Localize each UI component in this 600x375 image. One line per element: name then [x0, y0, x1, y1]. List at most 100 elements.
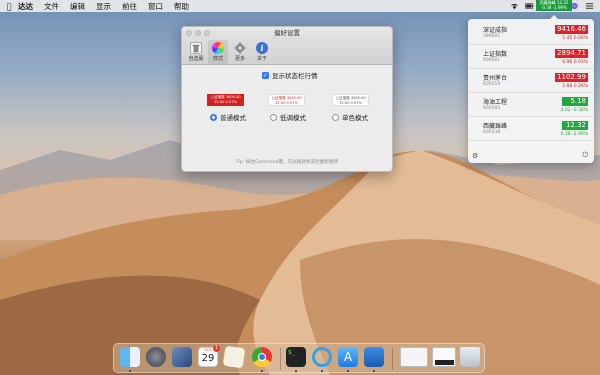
- drag-handle-icon[interactable]: ⋮: [474, 78, 478, 83]
- drag-handle-icon[interactable]: ⋮: [474, 54, 478, 59]
- terminal-icon[interactable]: $_: [286, 347, 306, 367]
- show-status-bar-checkbox[interactable]: ✓: [262, 71, 269, 79]
- menu-go[interactable]: 前往: [122, 1, 137, 12]
- finder-icon[interactable]: [120, 347, 140, 367]
- stock-change-value: -0.38: [558, 132, 571, 137]
- stock-row[interactable]: ⋮ 深证成指 399001 9416.46 5.45 0.06%: [468, 21, 594, 45]
- stock-change: 2.88 0.26%: [562, 84, 588, 89]
- preview-icon[interactable]: [172, 347, 192, 367]
- tab-about[interactable]: i 关于: [252, 40, 272, 64]
- calendar-icon[interactable]: OCT 29 1: [198, 345, 220, 367]
- launchpad-icon[interactable]: [146, 347, 166, 367]
- running-indicator: [295, 370, 297, 372]
- tab-label: 样式: [212, 56, 223, 62]
- menu-file[interactable]: 文件: [44, 1, 59, 12]
- stock-row[interactable]: ⋮ 贵州茅台 600519 1102.99 2.88 0.26%: [468, 69, 594, 93]
- battery-icon[interactable]: [525, 2, 534, 10]
- power-icon[interactable]: ⏻: [582, 151, 588, 160]
- drag-handle-icon[interactable]: ⋮: [474, 126, 478, 131]
- notification-badge: 1: [213, 345, 220, 352]
- gear-icon: [234, 42, 246, 54]
- stock-price: 9416.46: [555, 25, 588, 34]
- show-status-bar-label: 显示状态栏行情: [272, 72, 318, 80]
- trash-icon: [190, 42, 202, 54]
- radio-label: 低调模式: [280, 114, 306, 122]
- tab-label: 自选股: [188, 56, 204, 62]
- running-indicator: [261, 370, 263, 372]
- menu-view[interactable]: 显示: [96, 1, 111, 12]
- stock-change: 0.96 0.03%: [562, 60, 588, 65]
- radio-button[interactable]: [270, 113, 277, 121]
- notification-center-icon[interactable]: [585, 2, 594, 10]
- show-status-bar-option[interactable]: ✓ 显示状态栏行情: [262, 70, 318, 80]
- terminal-prompt: $_: [288, 349, 296, 356]
- color-wheel-icon: [212, 42, 224, 54]
- stock-code: 600519: [483, 82, 501, 87]
- window-title: 偏好设置: [274, 29, 300, 37]
- menu-app-name[interactable]: 达达: [18, 1, 33, 12]
- stock-row[interactable]: ⋮ 海油工程 600583 5.18 -0.02 -0.38%: [468, 93, 594, 117]
- close-button[interactable]: [186, 30, 192, 36]
- drag-handle-icon[interactable]: ⋮: [474, 102, 478, 107]
- keyboard-viewer-icon[interactable]: [432, 347, 456, 367]
- stock-code: 000001: [483, 58, 501, 63]
- tip-text: Tip: 按住Command键，可以拖动状态栏图标顺序: [235, 160, 339, 165]
- preview-line2: 32.00 0.57%: [214, 100, 237, 104]
- apple-menu-icon[interactable]: : [0, 2, 18, 11]
- stock-price: 1102.99: [555, 73, 588, 82]
- tab-more[interactable]: 更多: [230, 40, 250, 64]
- radio-low-mode[interactable]: 低调模式: [270, 112, 306, 122]
- stock-change-pct: 0.03%: [573, 60, 588, 65]
- notes-icon[interactable]: [222, 345, 246, 369]
- chrome-icon[interactable]: [252, 347, 272, 367]
- preview-mono-mode: 上证指数 3000.00 32.00 0.57%: [332, 94, 369, 106]
- info-icon: i: [256, 42, 268, 54]
- stock-price: 5.18: [562, 97, 588, 106]
- radio-label: 单色模式: [342, 114, 368, 122]
- sync-icon[interactable]: [312, 347, 332, 367]
- menu-window[interactable]: 窗口: [148, 1, 163, 12]
- popover-footer: ⚙ ⏻: [468, 149, 594, 163]
- stock-row[interactable]: ⋮ 上证指数 000001 2894.71 0.96 0.03%: [468, 45, 594, 69]
- dock-separator: [392, 348, 393, 370]
- xcode-icon[interactable]: [364, 347, 384, 367]
- stock-change-pct: -2.99%: [572, 132, 588, 137]
- stock-change-value: 5.45: [562, 36, 573, 41]
- status-bar-ticker[interactable]: 西藏珠峰 12.32 -0.38 -2.99%: [536, 0, 572, 11]
- dock: OCT 29 1 $_ A: [113, 343, 485, 373]
- minimize-button[interactable]: [195, 30, 201, 36]
- tab-watchlist[interactable]: 自选股: [186, 40, 206, 64]
- running-indicator: [373, 370, 375, 372]
- radio-normal-mode[interactable]: 普通模式: [210, 112, 246, 122]
- radio-mono-mode[interactable]: 单色模式: [332, 112, 368, 122]
- tab-style[interactable]: 样式: [208, 40, 228, 64]
- preferences-toolbar: 自选股 样式 更多 i 关于: [182, 39, 392, 65]
- radio-label: 普通模式: [220, 114, 246, 122]
- gear-icon[interactable]: ⚙: [472, 152, 478, 160]
- preview-line2: 32.00 0.57%: [275, 101, 298, 105]
- menu-help[interactable]: 帮助: [174, 1, 189, 12]
- menu-edit[interactable]: 编辑: [70, 1, 85, 12]
- stock-change-pct: 0.26%: [573, 84, 588, 89]
- window-titlebar[interactable]: 偏好设置: [182, 27, 392, 39]
- stock-code: 600583: [483, 106, 501, 111]
- stock-change: 5.45 0.06%: [562, 36, 588, 41]
- appstore-icon[interactable]: A: [338, 347, 358, 367]
- stock-change-value: 2.88: [562, 84, 573, 89]
- stock-change: -0.38 -2.99%: [559, 132, 588, 137]
- drag-handle-icon[interactable]: ⋮: [474, 30, 478, 35]
- wifi-icon[interactable]: [510, 2, 519, 10]
- stock-change-value: -0.02: [558, 108, 571, 113]
- stock-change-pct: 0.06%: [573, 36, 588, 41]
- radio-button[interactable]: [332, 113, 339, 121]
- zoom-button[interactable]: [204, 30, 210, 36]
- preview-normal-mode: 上证指数 3000.00 32.00 0.57%: [207, 94, 244, 106]
- window-icon[interactable]: [400, 347, 428, 367]
- radio-button[interactable]: [210, 113, 217, 121]
- running-indicator: [321, 370, 323, 372]
- trash-icon[interactable]: [460, 347, 480, 367]
- chrome-center: [258, 353, 266, 361]
- stock-row[interactable]: ⋮ 西藏珠峰 600338 12.32 -0.38 -2.99%: [468, 117, 594, 141]
- dock-separator: [280, 348, 281, 370]
- stock-change-value: 0.96: [562, 60, 573, 65]
